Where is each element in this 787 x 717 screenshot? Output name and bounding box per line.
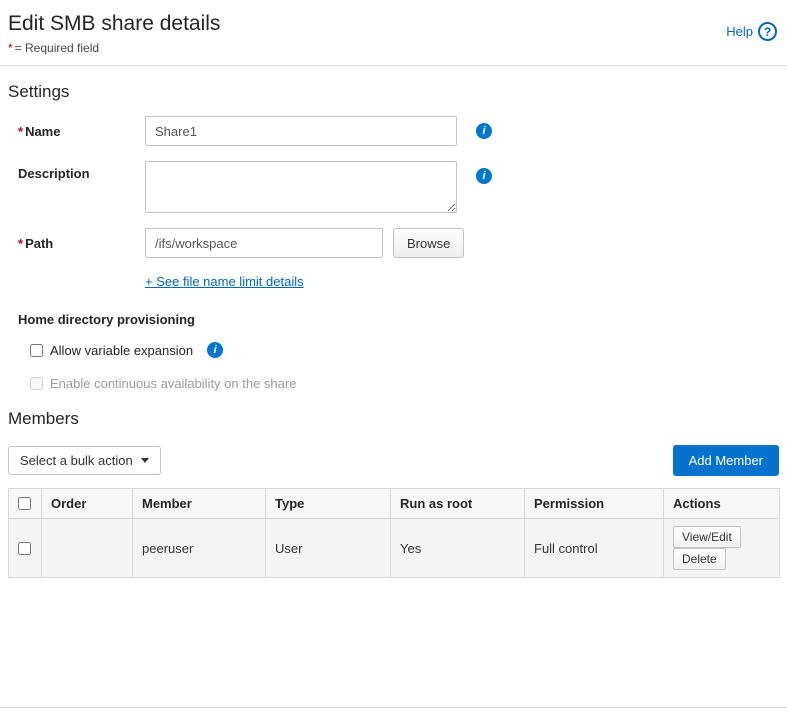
row-select-cell bbox=[9, 519, 42, 578]
column-header-run-as-root: Run as root bbox=[391, 489, 525, 519]
delete-button[interactable]: Delete bbox=[673, 548, 726, 570]
cell-actions: View/Edit Delete bbox=[664, 519, 780, 578]
file-name-limit-row: + See file name limit details bbox=[145, 273, 787, 291]
table-header-row: Order Member Type Run as root Permission… bbox=[9, 489, 780, 519]
row-select-checkbox[interactable] bbox=[18, 542, 31, 555]
allow-variable-expansion-label: Allow variable expansion bbox=[50, 343, 193, 358]
header-divider bbox=[0, 65, 787, 66]
cell-member: peeruser bbox=[133, 519, 266, 578]
settings-form: *Name i Description i *Path Browse + See… bbox=[0, 116, 787, 391]
column-header-type: Type bbox=[266, 489, 391, 519]
info-icon[interactable]: i bbox=[207, 342, 223, 358]
view-edit-button[interactable]: View/Edit bbox=[673, 526, 741, 548]
path-field-row: *Path Browse bbox=[18, 228, 787, 258]
cell-order bbox=[42, 519, 133, 578]
column-header-actions: Actions bbox=[664, 489, 780, 519]
help-link-label: Help bbox=[726, 24, 753, 39]
browse-button[interactable]: Browse bbox=[393, 228, 464, 258]
settings-section-title: Settings bbox=[8, 82, 779, 102]
required-asterisk: * bbox=[18, 124, 23, 139]
path-input[interactable] bbox=[145, 228, 383, 258]
description-field-row: Description i bbox=[18, 161, 787, 213]
select-all-checkbox[interactable] bbox=[18, 497, 31, 510]
column-header-member: Member bbox=[133, 489, 266, 519]
help-link[interactable]: Help ? bbox=[726, 22, 777, 41]
cell-type: User bbox=[266, 519, 391, 578]
continuous-availability-checkbox bbox=[30, 377, 43, 390]
continuous-availability-row: Enable continuous availability on the sh… bbox=[30, 376, 787, 391]
continuous-availability-label: Enable continuous availability on the sh… bbox=[50, 376, 296, 391]
required-field-note-text: = Required field bbox=[15, 41, 99, 55]
info-icon[interactable]: i bbox=[476, 123, 492, 139]
home-directory-heading: Home directory provisioning bbox=[18, 312, 787, 327]
name-label: *Name bbox=[18, 124, 145, 139]
add-member-button[interactable]: Add Member bbox=[673, 445, 779, 476]
members-toolbar: Select a bulk action Add Member bbox=[0, 445, 787, 476]
members-section-title: Members bbox=[8, 409, 779, 429]
name-field-row: *Name i bbox=[18, 116, 787, 146]
bulk-action-dropdown[interactable]: Select a bulk action bbox=[8, 446, 161, 475]
cell-run-as-root: Yes bbox=[391, 519, 525, 578]
column-header-order: Order bbox=[42, 489, 133, 519]
allow-variable-expansion-row: Allow variable expansion i bbox=[30, 342, 787, 358]
bottom-divider bbox=[0, 707, 787, 708]
bulk-action-label: Select a bulk action bbox=[20, 453, 133, 468]
caret-down-icon bbox=[141, 458, 149, 463]
required-field-note: *= Required field bbox=[8, 41, 220, 55]
required-asterisk: * bbox=[8, 41, 13, 55]
path-label: *Path bbox=[18, 236, 145, 251]
cell-permission: Full control bbox=[525, 519, 664, 578]
members-table: Order Member Type Run as root Permission… bbox=[8, 488, 780, 578]
file-name-limit-link[interactable]: + See file name limit details bbox=[145, 274, 304, 289]
description-input[interactable] bbox=[145, 161, 457, 213]
column-header-permission: Permission bbox=[525, 489, 664, 519]
page-header: Edit SMB share details *= Required field… bbox=[0, 0, 787, 55]
page-title: Edit SMB share details bbox=[8, 12, 220, 36]
info-icon[interactable]: i bbox=[476, 168, 492, 184]
page-header-left: Edit SMB share details *= Required field bbox=[8, 12, 220, 55]
description-label: Description bbox=[18, 166, 145, 181]
select-all-cell bbox=[9, 489, 42, 519]
table-row: peeruser User Yes Full control View/Edit… bbox=[9, 519, 780, 578]
name-input[interactable] bbox=[145, 116, 457, 146]
allow-variable-expansion-checkbox[interactable] bbox=[30, 344, 43, 357]
edit-smb-share-page: Edit SMB share details *= Required field… bbox=[0, 0, 787, 578]
help-icon: ? bbox=[758, 22, 777, 41]
required-asterisk: * bbox=[18, 236, 23, 251]
